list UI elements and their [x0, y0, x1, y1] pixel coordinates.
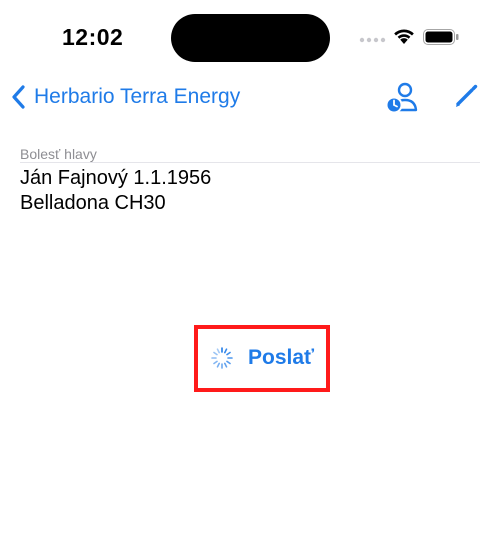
status-bar: 12:02: [0, 0, 500, 78]
divider: [20, 162, 480, 163]
back-button-label: Herbario Terra Energy: [34, 85, 241, 108]
chevron-left-icon: [12, 85, 25, 109]
send-button[interactable]: Poslať: [210, 346, 314, 370]
field-label: Bolesť hlavy: [20, 146, 97, 162]
note-line: Ján Fajnový 1.1.1956: [20, 167, 212, 189]
cellular-signal-icon: [359, 37, 386, 43]
wifi-icon: [394, 29, 414, 44]
send-button-label: Poslať: [248, 346, 315, 369]
dynamic-island: [171, 14, 330, 62]
status-time: 12:02: [62, 24, 124, 50]
note-line: Belladona CH30: [20, 192, 166, 214]
back-button[interactable]: Herbario Terra Energy: [10, 84, 240, 110]
navigation-bar: Herbario Terra Energy: [0, 78, 500, 118]
app-screen: 12:02 Herbario Terra Energy Bolesť hlavy…: [0, 0, 500, 541]
battery-icon: [423, 29, 459, 45]
person-clock-icon[interactable]: [385, 81, 419, 113]
spinner-icon: [211, 347, 233, 369]
note-text: Ján Fajnový 1.1.1956 Belladona CH30: [20, 166, 211, 216]
pencil-icon[interactable]: [452, 82, 480, 110]
